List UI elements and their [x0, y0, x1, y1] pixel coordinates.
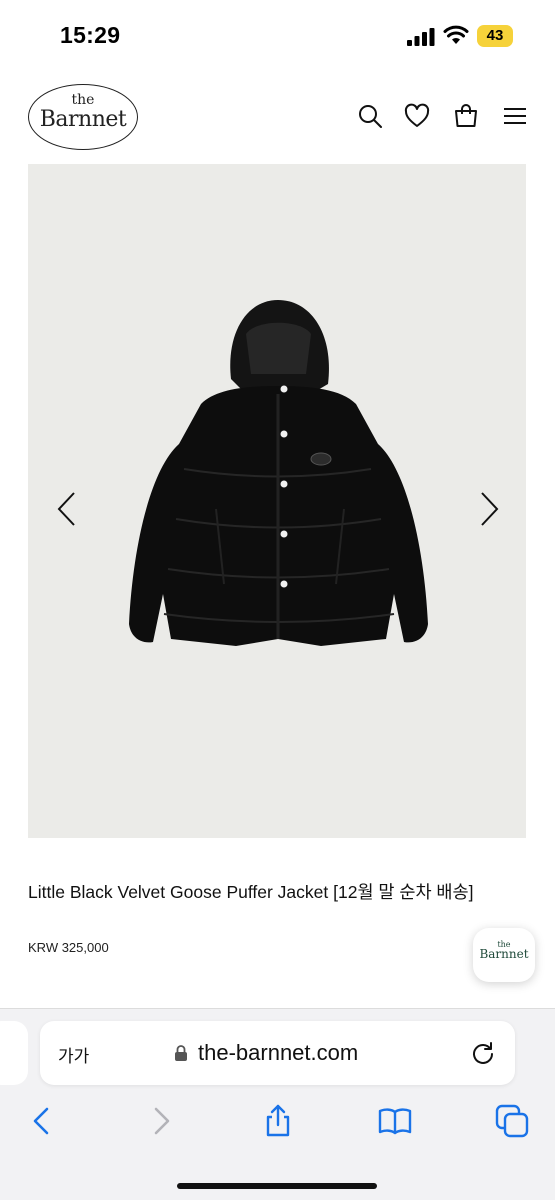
menu-icon[interactable]: [501, 102, 529, 130]
logo-name: Barnnet: [39, 107, 127, 132]
bookmarks-icon[interactable]: [377, 1103, 413, 1139]
share-icon[interactable]: [260, 1103, 296, 1139]
tabs-icon[interactable]: [494, 1103, 530, 1139]
previous-tab-preview[interactable]: [0, 1021, 28, 1085]
bag-icon[interactable]: [452, 102, 480, 130]
status-time: 15:29: [60, 22, 121, 48]
search-icon[interactable]: [356, 102, 384, 130]
site-header: the Barnnet: [0, 80, 555, 152]
text-size-button[interactable]: 가가: [58, 1042, 89, 1067]
lock-icon: [175, 1045, 187, 1061]
carousel-prev-arrow[interactable]: [54, 489, 80, 529]
back-icon[interactable]: [24, 1103, 60, 1139]
product-image-carousel[interactable]: [28, 164, 526, 838]
browser-chrome: 가가 the-barnnet.com: [0, 1008, 555, 1200]
logo-small-text: the: [71, 92, 95, 108]
home-indicator: [177, 1183, 377, 1189]
floating-brand-button[interactable]: the Barnnet: [473, 928, 535, 982]
product-jacket-image: [129, 300, 428, 646]
status-bar: 15:29 43: [0, 0, 555, 70]
url-text[interactable]: the-barnnet.com: [198, 1040, 358, 1066]
site-logo[interactable]: the Barnnet: [28, 84, 138, 150]
product-price: KRW 325,000: [28, 940, 109, 955]
wifi-icon: [443, 25, 469, 44]
signal-icon: [407, 28, 435, 46]
badge-name: Barnnet: [479, 947, 529, 961]
forward-icon[interactable]: [143, 1103, 179, 1139]
battery-indicator: 43: [477, 25, 513, 47]
carousel-next-arrow[interactable]: [476, 489, 502, 529]
address-bar[interactable]: 가가 the-barnnet.com: [40, 1021, 515, 1085]
product-title[interactable]: Little Black Velvet Goose Puffer Jacket …: [28, 880, 508, 905]
reload-icon[interactable]: [470, 1040, 496, 1066]
heart-icon[interactable]: [403, 102, 431, 130]
